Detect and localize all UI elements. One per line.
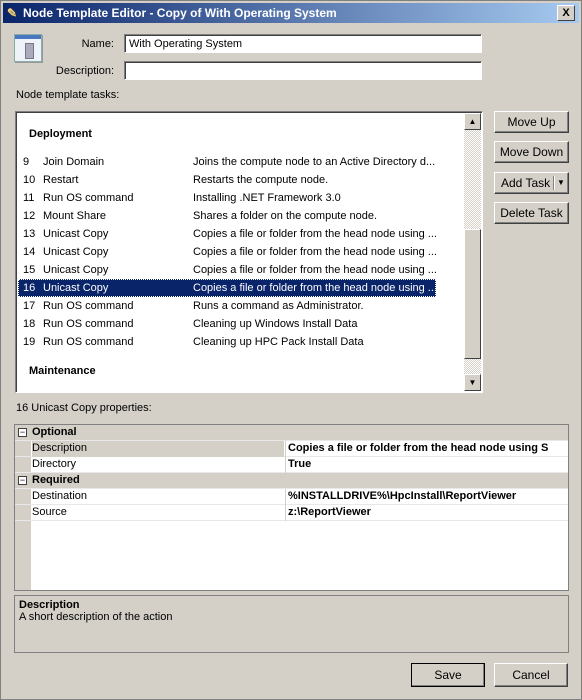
task-desc: Joins the compute node to an Active Dire…	[193, 156, 436, 168]
help-title: Description	[19, 599, 80, 611]
task-desc: Copies a file or folder from the head no…	[193, 282, 437, 294]
task-desc: Shares a folder on the compute node.	[193, 210, 378, 222]
scroll-up-arrow-icon[interactable]: ▲	[464, 113, 481, 130]
move-up-button[interactable]: Move Up	[494, 111, 569, 133]
tasks-list[interactable]: Deployment 9 Join Domain Joins the compute…	[15, 111, 483, 393]
task-name: Mount Share	[43, 210, 106, 222]
task-num: 13	[23, 228, 36, 240]
task-name: Run OS command	[43, 336, 134, 348]
property-row[interactable]: Directory True	[15, 457, 568, 473]
properties-label: 16 Unicast Copy properties:	[16, 402, 152, 414]
task-num: 14	[23, 246, 36, 258]
task-row[interactable]: 17 Run OS command Runs a command as Admini…	[18, 297, 436, 315]
task-row[interactable]: 10 Restart Restarts the compute node.	[18, 171, 436, 189]
title-bar: ✎ Node Template Editor - Copy of With Op…	[3, 3, 579, 23]
category-required[interactable]: − Required	[15, 473, 568, 489]
help-text: A short description of the action	[19, 611, 173, 623]
task-num: 15	[23, 264, 36, 276]
task-row[interactable]: 12 Mount Share Shares a folder on the comp…	[18, 207, 436, 225]
tasks-label: Node template tasks:	[16, 89, 120, 101]
task-num: 16	[23, 282, 36, 294]
group-deployment: Deployment	[29, 128, 92, 140]
task-row[interactable]: 9 Join Domain Joins the compute node to an…	[18, 153, 436, 171]
task-row[interactable]: 15 Unicast Copy Copies a file or folder fr…	[18, 261, 437, 279]
name-input[interactable]	[124, 34, 482, 53]
help-panel: Description A short description of the a…	[14, 595, 569, 653]
property-name: Directory	[32, 458, 77, 470]
add-task-label[interactable]: Add Task	[501, 173, 550, 193]
collapse-icon[interactable]: −	[18, 428, 27, 437]
task-num: 9	[23, 156, 30, 168]
scroll-thumb[interactable]	[464, 229, 481, 359]
category-label: Optional	[32, 426, 77, 438]
task-desc: Copies a file or folder from the head no…	[193, 264, 437, 276]
cancel-button[interactable]: Cancel	[494, 663, 568, 687]
task-name: Run OS command	[43, 300, 134, 312]
task-num: 10	[23, 174, 36, 186]
pencil-icon: ✎	[7, 6, 18, 20]
group-maintenance: Maintenance	[29, 365, 96, 377]
task-name: Run OS command	[43, 192, 134, 204]
task-num: 19	[23, 336, 36, 348]
task-desc: Restarts the compute node.	[193, 174, 329, 186]
task-row[interactable]: 18 Run OS command Cleaning up Windows Inst…	[18, 315, 436, 333]
task-name: Unicast Copy	[43, 246, 109, 258]
add-task-split-button[interactable]: Add Task ▼	[494, 172, 569, 194]
description-label: Description:	[55, 65, 114, 77]
property-name: Destination	[32, 490, 88, 502]
property-name: Description	[32, 441, 284, 457]
task-name: Join Domain	[43, 156, 105, 168]
task-desc: Runs a command as Administrator.	[193, 300, 364, 312]
task-name: Run OS command	[43, 318, 134, 330]
node-template-editor-window: ✎ Node Template Editor - Copy of With Op…	[0, 0, 582, 700]
property-value[interactable]: %INSTALLDRIVE%\HpcInstall\ReportViewer	[285, 489, 516, 505]
property-value[interactable]: Copies a file or folder from the head no…	[285, 441, 548, 457]
task-desc: Copies a file or folder from the head no…	[193, 246, 437, 258]
property-row[interactable]: Destination %INSTALLDRIVE%\HpcInstall\Rep…	[15, 489, 568, 505]
window-title: Node Template Editor - Copy of With Oper…	[23, 6, 337, 20]
property-value[interactable]: z:\ReportViewer	[285, 505, 371, 521]
task-row[interactable]: 14 Unicast Copy Copies a file or folder fr…	[18, 243, 437, 261]
collapse-icon[interactable]: −	[18, 476, 27, 485]
task-num: 12	[23, 210, 36, 222]
task-num: 17	[23, 300, 36, 312]
close-button[interactable]: X	[557, 5, 575, 21]
task-row[interactable]: 11 Run OS command Installing .NET Framewor…	[18, 189, 436, 207]
category-optional[interactable]: − Optional	[15, 425, 568, 441]
description-input[interactable]	[124, 61, 482, 80]
task-row[interactable]: 16 Unicast Copy Copies a file or folder fr…	[18, 279, 437, 297]
task-num: 11	[23, 192, 35, 204]
delete-task-button[interactable]: Delete Task	[494, 202, 569, 224]
task-name: Unicast Copy	[43, 282, 109, 294]
tasks-scrollbar[interactable]: ▲ ▼	[464, 113, 481, 391]
name-label: Name:	[81, 38, 114, 50]
task-desc: Cleaning up HPC Pack Install Data	[193, 336, 364, 348]
task-name: Unicast Copy	[43, 264, 109, 276]
task-desc: Cleaning up Windows Install Data	[193, 318, 358, 330]
task-name: Restart	[43, 174, 79, 186]
property-grid[interactable]: − Optional Description Copies a file or fol…	[14, 424, 569, 591]
scroll-down-arrow-icon[interactable]: ▼	[464, 374, 481, 391]
category-label: Required	[32, 474, 80, 486]
chevron-down-icon[interactable]: ▼	[557, 173, 565, 193]
property-row[interactable]: Description Copies a file or folder from …	[15, 441, 568, 457]
task-name: Unicast Copy	[43, 228, 109, 240]
task-row[interactable]: 19 Run OS command Cleaning up HPC Pack Ins…	[18, 333, 436, 351]
save-button[interactable]: Save	[411, 663, 485, 687]
property-value[interactable]: True	[285, 457, 311, 473]
task-row[interactable]: 13 Unicast Copy Copies a file or folder fr…	[18, 225, 437, 243]
task-num: 18	[23, 318, 36, 330]
task-desc: Installing .NET Framework 3.0	[193, 192, 341, 204]
property-name: Source	[32, 506, 67, 518]
task-desc: Copies a file or folder from the head no…	[193, 228, 437, 240]
move-down-button[interactable]: Move Down	[494, 141, 569, 163]
property-row[interactable]: Source z:\ReportViewer	[15, 505, 568, 521]
